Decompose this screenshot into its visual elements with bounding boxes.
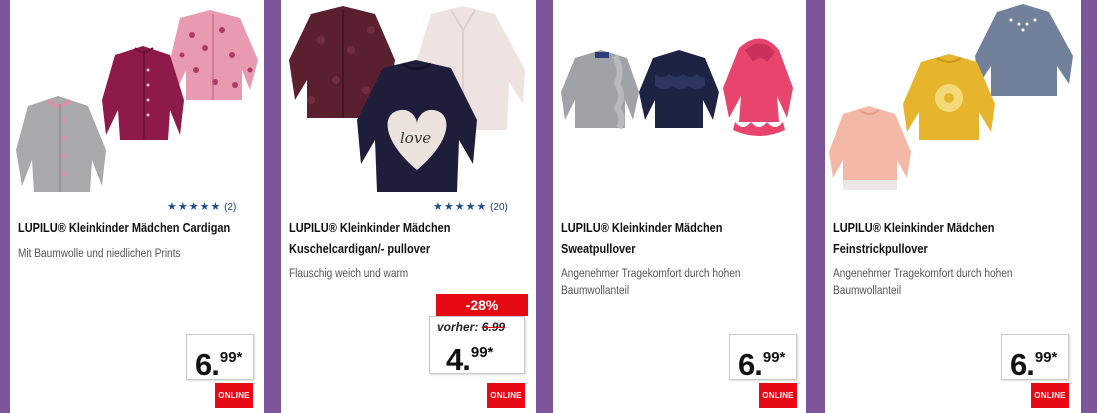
knit-pullovers-image[interactable] [825, 0, 1081, 195]
price-decimal: 99* [1034, 349, 1058, 366]
price-decimal: 99* [470, 344, 494, 361]
product-title-line2: Feinstrickpullover [833, 242, 928, 256]
product-title[interactable]: LUPILU® Kleinkinder Mädchen Feinstrickpu… [833, 218, 1071, 260]
product-description: Mit Baumwolle und niedlichen Prints [18, 248, 181, 260]
price-integer: 6. [195, 347, 220, 382]
rating-stars-icon: ★★★★★ [167, 201, 222, 213]
product-description: Flauschig weich und warm [289, 268, 409, 280]
price: 4.99* [446, 335, 493, 379]
product-description-line1: Angenehmer Tragekomfort durch hohen [561, 268, 741, 280]
rating-count: (20) [490, 202, 508, 213]
online-badge[interactable]: ONLINE [759, 383, 797, 408]
product-rating[interactable]: ★★★★★ (2) [167, 200, 236, 213]
product-card-cardigan[interactable]: ★★★★★ (2) LUPILU® Kleinkinder Mädchen Ca… [10, 0, 264, 413]
product-title-line1: LUPILU® Kleinkinder Mädchen [289, 221, 451, 235]
rating-count: (2) [224, 202, 237, 213]
product-card-sweatpullover[interactable]: LUPILU® Kleinkinder Mädchen Sweatpullove… [553, 0, 806, 413]
price-decimal: 99* [219, 349, 243, 366]
product-description-line2: Baumwollanteil [833, 285, 902, 297]
product-title-line1: LUPILU® Kleinkinder Mädchen [561, 221, 723, 235]
price: 6.99* [195, 340, 242, 384]
product-title-line2: Sweatpullover [561, 242, 636, 256]
product-card-kuschelcardigan[interactable]: love ★★★★★ (20) LUPILU® Kleinkinder Mädc… [281, 0, 536, 413]
svg-text:love: love [400, 129, 431, 147]
product-description-line1: Angenehmer Tragekomfort durch hohen [833, 268, 1013, 280]
product-title-line2: Kuschelcardigan/- pullover [289, 242, 431, 256]
price-box: 6.99* [729, 334, 797, 382]
product-title-text: LUPILU® Kleinkinder Mädchen Cardigan [18, 221, 231, 235]
online-badge[interactable]: ONLINE [215, 383, 253, 408]
price-integer: 6. [1010, 347, 1035, 382]
rating-stars-icon: ★★★★★ [433, 201, 488, 213]
sweatpullovers-image[interactable] [553, 0, 806, 195]
price-box: 6.99* [1001, 334, 1069, 382]
price: 6.99* [738, 340, 785, 384]
discount-badge: -28% [436, 294, 528, 316]
price-integer: 4. [446, 342, 471, 377]
price-integer: 6. [738, 347, 763, 382]
product-title[interactable]: LUPILU® Kleinkinder Mädchen Sweatpullove… [561, 218, 799, 260]
product-title[interactable]: LUPILU® Kleinkinder Mädchen Kuschelcardi… [289, 218, 527, 260]
product-description: Angenehmer Tragekomfort durch hohen Baum… [833, 266, 1079, 300]
price: 6.99* [1010, 340, 1057, 384]
old-price: vorher: 6.99 [437, 320, 505, 334]
online-badge[interactable]: ONLINE [1031, 383, 1069, 408]
fluffy-pullovers-image[interactable]: love [281, 0, 536, 195]
cardigans-image[interactable] [10, 0, 264, 195]
product-description-line2: Baumwollanteil [561, 285, 630, 297]
old-price-label: vorher: [437, 320, 479, 334]
price-box: vorher: 6.99 4.99* [429, 316, 525, 377]
price-decimal: 99* [762, 349, 786, 366]
online-badge[interactable]: ONLINE [487, 383, 525, 408]
product-description: Angenehmer Tragekomfort durch hohen Baum… [561, 266, 807, 300]
product-title[interactable]: LUPILU® Kleinkinder Mädchen Cardigan [18, 218, 256, 239]
product-title-line1: LUPILU® Kleinkinder Mädchen [833, 221, 995, 235]
old-price-value: 6.99 [481, 320, 506, 334]
price-box: 6.99* [186, 334, 254, 382]
product-card-feinstrickpullover[interactable]: LUPILU® Kleinkinder Mädchen Feinstrickpu… [825, 0, 1081, 413]
product-rating[interactable]: ★★★★★ (20) [433, 200, 508, 213]
